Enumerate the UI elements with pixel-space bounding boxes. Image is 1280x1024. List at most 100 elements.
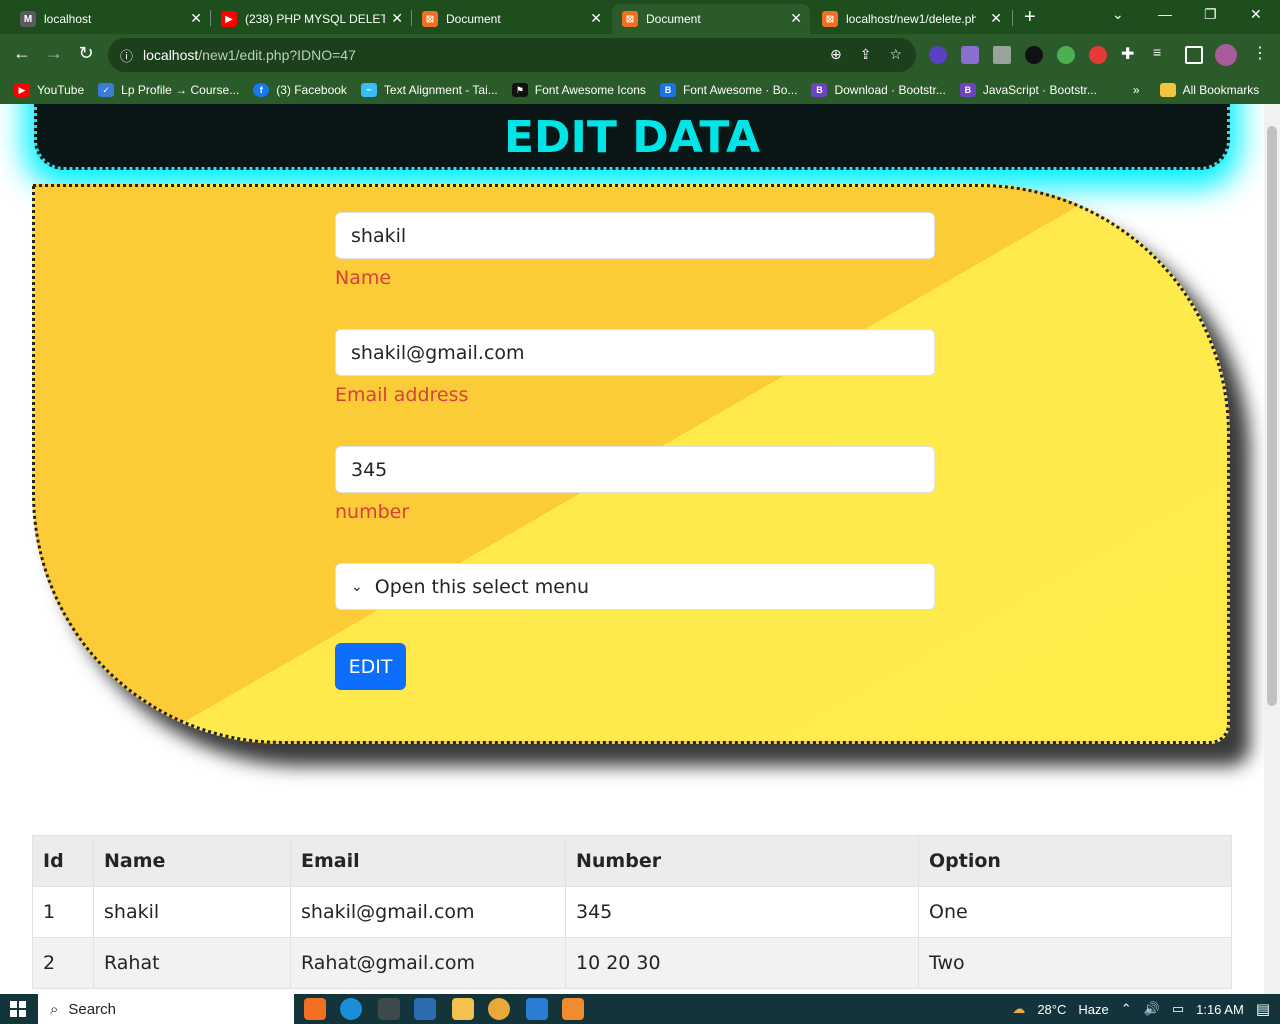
flag-icon: ⚑ (511, 83, 528, 97)
name-input[interactable] (335, 212, 935, 259)
edit-button[interactable]: EDIT (335, 643, 406, 690)
chrome-taskbar-icon[interactable] (488, 998, 510, 1020)
xampp-taskbar-icon[interactable] (304, 998, 326, 1020)
table-header-row: Id Name Email Number Option (32, 835, 1232, 887)
taskbar-search[interactable]: ⌕ Search (38, 994, 294, 1024)
edit-banner: EDIT DATA (34, 104, 1230, 170)
tab-strip: M localhost ✕ ▶ (238) PHP MYSQL DELETE ✕… (0, 0, 1280, 34)
file-explorer-icon[interactable] (452, 998, 474, 1020)
bookmark-font-awesome-icons[interactable]: ⚑ Font Awesome Icons (511, 83, 646, 97)
tab-title: localhost/new1/delete.php (846, 12, 976, 26)
xampp-tab-icon: ⊠ (422, 11, 438, 27)
bookmark-label: Font Awesome · Bo... (682, 83, 798, 97)
bookmark-label: Lp Profile → Course... (121, 83, 240, 97)
site-info-icon[interactable]: ⓘ (120, 46, 133, 65)
download-extension-icon[interactable] (929, 46, 947, 64)
bookmark-label: Download · Bootstr... (834, 83, 946, 97)
extensions-puzzle-icon[interactable]: ✚ (1121, 44, 1139, 63)
close-tab-icon[interactable]: ✕ (590, 10, 602, 27)
bookmark-lp-profile[interactable]: ✓ Lp Profile → Course... (98, 83, 239, 97)
bookmark-tailwind[interactable]: ~ Text Alignment - Tai... (360, 83, 498, 97)
page-viewport: EDIT DATA Name Email address number ⌄ Op… (0, 104, 1264, 994)
page-scrollbar[interactable] (1264, 104, 1280, 994)
number-label: number (335, 501, 410, 523)
tray-overflow-icon[interactable]: ⌃ (1121, 1001, 1132, 1017)
minimize-icon[interactable]: — (1158, 6, 1172, 22)
tab-delete[interactable]: ⊠ localhost/new1/delete.php ✕ (812, 4, 1010, 34)
table-row: 2 Rahat Rahat@gmail.com 10 20 30 Two (32, 937, 1232, 989)
cell-option: Two (918, 937, 1232, 989)
close-tab-icon[interactable]: ✕ (190, 10, 202, 27)
xampp-tab-icon: ⊠ (822, 11, 838, 27)
cell-number: 10 20 30 (565, 937, 919, 989)
weather-temp: 28°C (1037, 1001, 1067, 1017)
bookmark-font-awesome-bootstrap[interactable]: B Font Awesome · Bo... (659, 83, 798, 97)
bookmark-youtube[interactable]: ▶ YouTube (14, 83, 84, 97)
menu-kebab-icon[interactable]: ⋮ (1252, 43, 1270, 62)
more-bookmarks-icon[interactable]: » (1133, 83, 1140, 97)
option-select[interactable]: ⌄ Open this select menu (335, 563, 935, 610)
windows-taskbar: ⌕ Search ☁ 28°C Haze ⌃ 🔊 ▭ 1:16 AM ▤ (0, 994, 1280, 1024)
tab-localhost[interactable]: M localhost ✕ (10, 4, 210, 34)
cell-number: 345 (565, 886, 919, 938)
windows-start-icon[interactable] (10, 1001, 26, 1017)
all-bookmarks[interactable]: All Bookmarks (1159, 83, 1260, 97)
zoom-icon[interactable]: ⊕ (830, 46, 842, 63)
eyedropper-extension-icon[interactable] (1025, 46, 1043, 64)
name-field-group: Name (335, 212, 935, 289)
weather-desc: Haze (1078, 1001, 1109, 1017)
color-extension-icon[interactable] (1057, 46, 1075, 64)
bookmark-javascript-bootstrap[interactable]: B JavaScript · Bootstr... (959, 83, 1097, 97)
tab-document-1[interactable]: ⊠ Document ✕ (412, 4, 610, 34)
back-icon[interactable]: ← (10, 43, 34, 64)
tab-youtube[interactable]: ▶ (238) PHP MYSQL DELETE ✕ (211, 4, 411, 34)
feather-extension-icon[interactable] (961, 46, 979, 64)
bootstrap-icon: B (659, 83, 676, 97)
tab-search-icon[interactable]: ⌄ (1112, 6, 1124, 23)
email-input[interactable] (335, 329, 935, 376)
vscode-taskbar-icon[interactable] (526, 998, 548, 1020)
address-bar[interactable]: ⓘ localhost/new1/edit.php?IDNO=47 ⊕ ⇪ ☆ (108, 38, 916, 72)
close-tab-icon[interactable]: ✕ (990, 10, 1002, 27)
adblock-extension-icon[interactable] (1089, 46, 1107, 64)
side-panel-icon[interactable] (1185, 46, 1203, 64)
bookmark-facebook[interactable]: f (3) Facebook (253, 83, 347, 97)
profile-avatar[interactable] (1215, 44, 1237, 66)
option-field-group: ⌄ Open this select menu (335, 563, 935, 610)
vue-extension-icon[interactable] (993, 46, 1011, 64)
network-icon[interactable]: ▭ (1172, 1001, 1184, 1017)
share-icon[interactable]: ⇪ (860, 46, 872, 63)
cell-email: Rahat@gmail.com (290, 937, 566, 989)
clock-time[interactable]: 1:16 AM (1196, 1002, 1244, 1017)
checkmark-icon: ✓ (98, 83, 115, 97)
scrollbar-thumb[interactable] (1267, 126, 1277, 706)
number-input[interactable] (335, 446, 935, 493)
data-table: Id Name Email Number Option 1 shakil sha… (32, 835, 1232, 989)
close-tab-icon[interactable]: ✕ (391, 10, 403, 27)
tab-document-active[interactable]: ⊠ Document ✕ (612, 4, 810, 34)
bookmark-download-bootstrap[interactable]: B Download · Bootstr... (811, 83, 946, 97)
close-tab-icon[interactable]: ✕ (790, 10, 802, 27)
close-window-icon[interactable]: ✕ (1250, 6, 1262, 23)
cell-name: Rahat (93, 937, 291, 989)
number-field-group: number (335, 446, 935, 523)
edge-taskbar-icon[interactable] (340, 998, 362, 1020)
task-view-icon[interactable] (378, 998, 400, 1020)
bookmark-label: All Bookmarks (1182, 83, 1260, 97)
sublime-taskbar-icon[interactable] (562, 998, 584, 1020)
store-taskbar-icon[interactable] (414, 998, 436, 1020)
new-tab-icon[interactable]: + (1024, 6, 1036, 29)
header-id: Id (32, 835, 94, 887)
cell-option: One (918, 886, 1232, 938)
reload-icon[interactable]: ↻ (74, 43, 98, 64)
tab-title: Document (646, 12, 701, 26)
bookmark-star-icon[interactable]: ☆ (889, 46, 902, 63)
page-title: EDIT DATA (503, 112, 761, 163)
restore-icon[interactable]: ❐ (1204, 6, 1217, 23)
cell-id: 1 (32, 886, 94, 938)
reading-list-icon[interactable]: ≡ (1153, 44, 1171, 62)
volume-icon[interactable]: 🔊 (1144, 1001, 1160, 1017)
notifications-icon[interactable]: ▤ (1256, 1000, 1270, 1018)
tailwind-icon: ~ (360, 83, 377, 97)
forward-icon[interactable]: → (42, 43, 66, 64)
